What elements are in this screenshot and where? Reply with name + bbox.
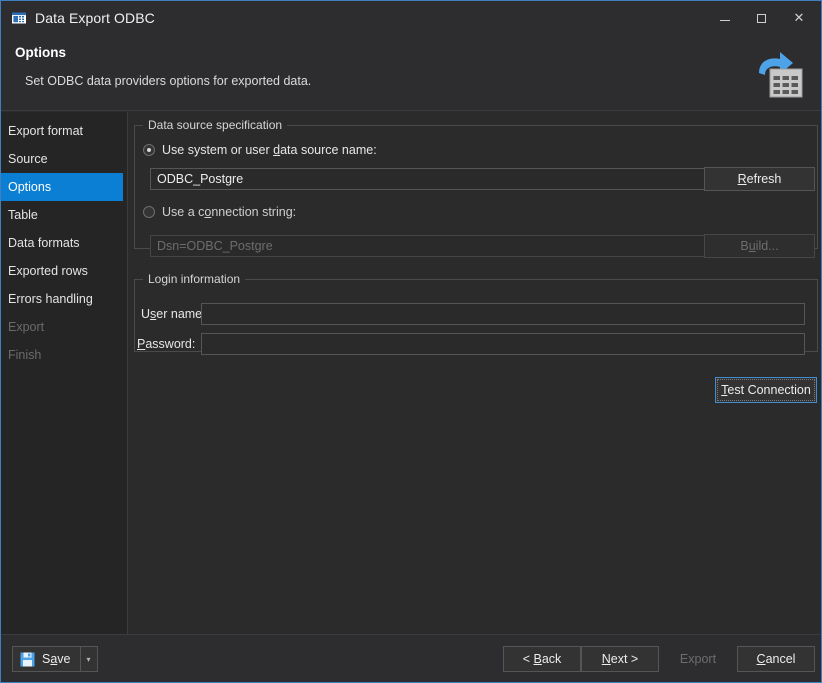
sidebar-item-errors-handling[interactable]: Errors handling bbox=[1, 285, 123, 313]
minimize-button[interactable] bbox=[707, 1, 743, 35]
refresh-button[interactable]: Refresh bbox=[704, 167, 815, 191]
radio-unselected-icon bbox=[143, 206, 155, 218]
wizard-body: Export format Source Options Table Data … bbox=[1, 112, 821, 634]
export-button-label: Export bbox=[679, 652, 717, 666]
cancel-button[interactable]: Cancel bbox=[737, 646, 815, 672]
maximize-icon bbox=[756, 13, 766, 23]
connection-string-value: Dsn=ODBC_Postgre bbox=[157, 239, 273, 253]
radio-use-data-source-name[interactable]: Use system or user data source name: bbox=[143, 143, 377, 157]
page-subtitle: Set ODBC data providers options for expo… bbox=[25, 74, 312, 88]
test-connection-label: Test Connection bbox=[721, 383, 811, 397]
test-connection-button[interactable]: Test Connection bbox=[715, 377, 817, 403]
close-button[interactable]: ✕ bbox=[779, 1, 819, 35]
password-input[interactable] bbox=[201, 333, 805, 355]
sidebar-item-label: Errors handling bbox=[8, 292, 93, 306]
export-button: Export bbox=[659, 646, 737, 672]
sidebar-item-table[interactable]: Table bbox=[1, 201, 123, 229]
connection-string-input: Dsn=ODBC_Postgre bbox=[150, 235, 720, 257]
app-grid-icon bbox=[11, 10, 27, 26]
save-button-label: Save bbox=[42, 652, 71, 666]
sidebar-item-label: Options bbox=[8, 180, 52, 194]
maximize-button[interactable] bbox=[743, 1, 779, 35]
radio-use-connection-string[interactable]: Use a connection string: bbox=[143, 205, 296, 219]
wizard-step-sidebar: Export format Source Options Table Data … bbox=[1, 112, 128, 634]
sidebar-item-options[interactable]: Options bbox=[1, 173, 123, 201]
window-title: Data Export ODBC bbox=[35, 10, 155, 26]
window-controls: ✕ bbox=[707, 1, 821, 35]
back-button[interactable]: < Back bbox=[503, 646, 581, 672]
export-table-icon bbox=[749, 47, 803, 99]
password-label: Password: bbox=[137, 337, 196, 351]
data-export-odbc-window: Data Export ODBC ✕ Options Set ODBC data… bbox=[0, 0, 822, 683]
close-icon: ✕ bbox=[793, 10, 805, 26]
username-label: User name: bbox=[141, 307, 206, 321]
sidebar-item-source[interactable]: Source bbox=[1, 145, 123, 173]
chevron-down-icon: ▾ bbox=[86, 654, 91, 664]
radio-label: Use a connection string: bbox=[162, 205, 297, 219]
dsn-combobox[interactable]: ODBC_Postgre ▾ bbox=[150, 168, 720, 190]
group-title: Login information bbox=[143, 272, 246, 286]
group-title: Data source specification bbox=[143, 118, 288, 132]
refresh-button-label: Refresh bbox=[737, 172, 782, 186]
options-panel: Data source specification Use system or … bbox=[129, 112, 821, 634]
username-input[interactable] bbox=[201, 303, 805, 325]
footer-bar: Save ▾ < Back Next > Export Cancel bbox=[1, 634, 821, 682]
next-button-label: Next > bbox=[601, 652, 639, 666]
save-button[interactable]: Save bbox=[12, 646, 80, 672]
sidebar-item-label: Export format bbox=[8, 124, 84, 138]
sidebar-item-finish: Finish bbox=[1, 341, 123, 369]
sidebar-item-label: Exported rows bbox=[8, 264, 88, 278]
floppy-save-icon bbox=[20, 652, 35, 667]
sidebar-item-data-formats[interactable]: Data formats bbox=[1, 229, 123, 257]
sidebar-item-exported-rows[interactable]: Exported rows bbox=[1, 257, 123, 285]
page-header: Options Set ODBC data providers options … bbox=[1, 35, 821, 111]
sidebar-item-label: Table bbox=[8, 208, 38, 222]
sidebar-item-label: Data formats bbox=[8, 236, 80, 250]
sidebar-item-export: Export bbox=[1, 313, 123, 341]
sidebar-item-label: Export bbox=[8, 320, 45, 334]
build-button-label: Build... bbox=[740, 239, 779, 253]
sidebar-item-export-format[interactable]: Export format bbox=[1, 117, 123, 145]
sidebar-item-label: Finish bbox=[8, 348, 42, 362]
page-title: Options bbox=[15, 45, 66, 60]
cancel-button-label: Cancel bbox=[756, 652, 796, 666]
next-button[interactable]: Next > bbox=[581, 646, 659, 672]
title-bar: Data Export ODBC ✕ bbox=[1, 1, 821, 35]
dsn-combobox-value: ODBC_Postgre bbox=[157, 172, 244, 186]
radio-selected-icon bbox=[143, 144, 155, 156]
minimize-icon bbox=[720, 20, 730, 21]
back-button-label: < Back bbox=[522, 652, 562, 666]
save-split-button: Save ▾ bbox=[12, 646, 98, 672]
save-dropdown-button[interactable]: ▾ bbox=[79, 646, 98, 672]
radio-label: Use system or user data source name: bbox=[162, 143, 377, 157]
build-button: Build... bbox=[704, 234, 815, 258]
sidebar-item-label: Source bbox=[8, 152, 48, 166]
